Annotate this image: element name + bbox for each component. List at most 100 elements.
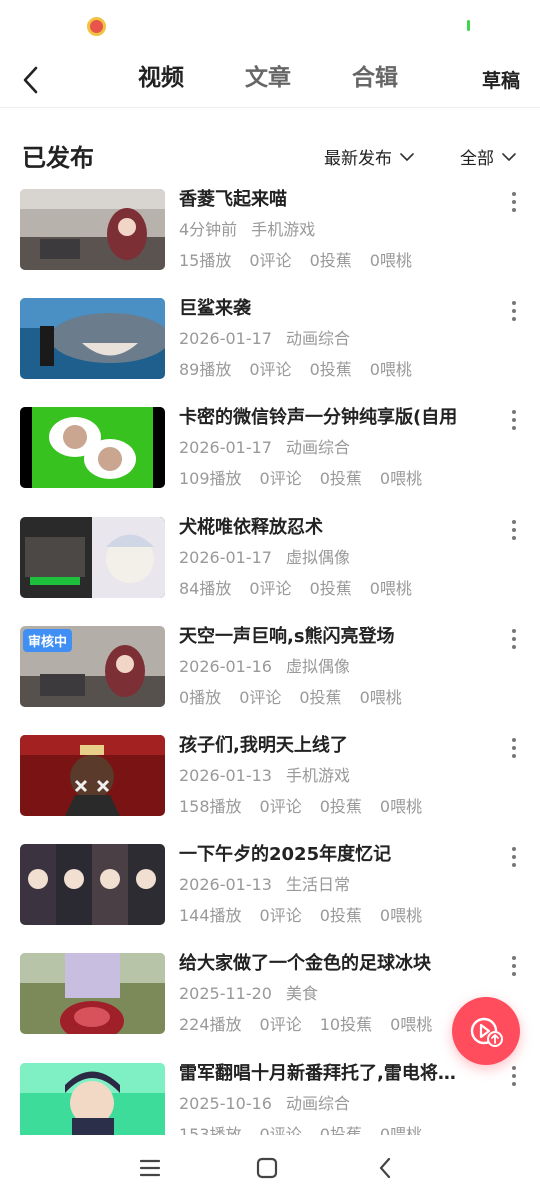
video-title[interactable]: 巨鲨来袭 [179, 296, 494, 322]
video-title[interactable]: 一下午歺的2025年度忆记 [179, 842, 494, 868]
video-stats: 89播放 0评论 0投蕉 0喂桃 [179, 359, 412, 381]
section-title: 已发布 [22, 144, 94, 172]
more-options-button[interactable] [504, 736, 524, 760]
video-stats: 224播放 0评论 10投蕉 0喂桃 [179, 1014, 432, 1036]
recent-apps-button[interactable] [135, 1153, 165, 1183]
video-list-item[interactable]: 香菱飞起来喵 4分钟前 手机游戏 15播放 0评论 0投蕉 0喂桃 [0, 187, 540, 296]
video-meta: 2026-01-17 虚拟偶像 [179, 547, 350, 569]
video-thumbnail[interactable] [20, 516, 165, 598]
video-thumbnail[interactable] [20, 1062, 165, 1135]
banana-count: 0投蕉 [319, 796, 362, 816]
more-vertical-icon [512, 410, 516, 415]
video-title[interactable]: 给大家做了一个金色的足球冰块 [179, 951, 494, 977]
filter-dropdown[interactable]: 全部 [460, 144, 516, 169]
more-options-button[interactable] [504, 299, 524, 323]
more-vertical-icon [512, 301, 516, 306]
more-options-button[interactable] [504, 408, 524, 432]
video-title[interactable]: 雷军翻唱十月新番拜托了,雷电将… [179, 1061, 494, 1087]
play-count: 153播放 [179, 1124, 242, 1136]
more-options-button[interactable] [504, 1064, 524, 1088]
video-thumbnail[interactable] [20, 407, 165, 489]
video-time: 2026-01-13 [179, 875, 272, 895]
system-back-button[interactable] [370, 1153, 400, 1183]
more-options-button[interactable] [504, 190, 524, 214]
more-options-button[interactable] [504, 518, 524, 542]
play-count: 89播放 [179, 360, 232, 380]
video-title[interactable]: 犬椛唯依释放忍术 [179, 515, 494, 541]
upload-video-icon [470, 1017, 503, 1047]
play-count: 15播放 [179, 251, 232, 270]
banana-count: 0投蕉 [319, 469, 362, 489]
comment-count: 0评论 [259, 1015, 302, 1035]
video-meta: 2026-01-17 动画综合 [179, 437, 350, 459]
video-meta: 2026-01-13 手机游戏 [179, 765, 350, 787]
sort-label: 最新发布 [324, 149, 392, 169]
tab-label: 合辑 [352, 65, 398, 91]
comment-count: 0评论 [259, 906, 302, 926]
video-list-item[interactable]: 犬椛唯依释放忍术 2026-01-17 虚拟偶像 84播放 0评论 0投蕉 0喂桃 [0, 515, 540, 624]
video-title[interactable]: 天空一声巨响,s熊闪亮登场 [179, 624, 494, 650]
video-stats: 158播放 0评论 0投蕉 0喂桃 [179, 796, 422, 818]
section-header: 已发布 最新发布 全部 [0, 130, 540, 180]
more-vertical-icon [512, 1065, 516, 1070]
video-stats: 109播放 0评论 0投蕉 0喂桃 [179, 468, 422, 490]
video-title[interactable]: 孩子们,我明天上线了 [179, 733, 494, 759]
peach-count: 0喂桃 [359, 687, 402, 707]
comment-count: 0评论 [259, 796, 302, 816]
video-category: 动画综合 [285, 329, 350, 349]
tab-collection[interactable]: 合辑 [352, 61, 398, 95]
comment-count: 0评论 [239, 687, 282, 707]
tab-article[interactable]: 文章 [245, 61, 291, 95]
video-title[interactable]: 卡密的微信铃声一分钟纯享版(自用 [179, 405, 494, 431]
play-count: 109播放 [179, 469, 242, 489]
video-category: 手机游戏 [251, 220, 316, 239]
comment-count: 0评论 [249, 360, 292, 380]
peach-count: 0喂桃 [379, 906, 423, 926]
video-meta: 2025-10-16 动画综合 [179, 1093, 350, 1115]
video-category: 动画综合 [285, 438, 350, 458]
tab-label: 文章 [245, 65, 291, 91]
video-meta: 4分钟前 手机游戏 [179, 219, 315, 241]
banana-count: 0投蕉 [309, 251, 352, 270]
chevron-left-icon [379, 1157, 391, 1179]
video-thumbnail[interactable] [20, 953, 165, 1035]
video-list-item[interactable]: 雷军翻唱十月新番拜托了,雷电将… 2025-10-16 动画综合 153播放 0评论… [0, 1061, 540, 1136]
video-thumbnail[interactable] [20, 298, 165, 380]
comment-count: 0评论 [259, 1124, 302, 1136]
tab-video[interactable]: 视频 [138, 61, 184, 95]
more-vertical-icon [512, 628, 516, 633]
video-time: 2026-01-16 [179, 656, 272, 676]
video-time: 2026-01-17 [179, 547, 272, 567]
video-thumbnail[interactable] [20, 844, 165, 926]
comment-count: 0评论 [259, 469, 302, 489]
home-button[interactable] [252, 1153, 282, 1183]
video-title[interactable]: 香菱飞起来喵 [179, 187, 494, 213]
comment-count: 0评论 [249, 251, 292, 270]
video-list-item[interactable]: 卡密的微信铃声一分钟纯享版(自用 2026-01-17 动画综合 109播放 0评论… [0, 405, 540, 514]
drafts-button[interactable]: 草稿 [482, 66, 520, 93]
menu-icon [139, 1159, 161, 1177]
video-category: 生活日常 [285, 875, 350, 895]
peach-count: 0喂桃 [379, 796, 423, 816]
video-time: 2025-10-16 [179, 1093, 272, 1113]
video-list-item[interactable]: 审核中 天空一声巨响,s熊闪亮登场 2026-01-16 虚拟偶像 0播放 0评论 0… [0, 624, 540, 733]
video-list-item[interactable]: 一下午歺的2025年度忆记 2026-01-13 生活日常 144播放 0评论 0投蕉… [0, 842, 540, 951]
video-list-item[interactable]: 孩子们,我明天上线了 2026-01-13 手机游戏 158播放 0评论 0投蕉 0喂桃 [0, 733, 540, 842]
system-navigation-bar [0, 1135, 540, 1200]
video-thumbnail[interactable] [20, 734, 165, 816]
status-indicator-icon [467, 20, 470, 31]
video-thumbnail[interactable] [20, 189, 165, 270]
video-list-item[interactable]: 巨鲨来袭 2026-01-17 动画综合 89播放 0评论 0投蕉 0喂桃 [0, 296, 540, 405]
back-button[interactable] [14, 60, 46, 100]
more-vertical-icon [512, 956, 516, 961]
upload-video-button[interactable] [452, 997, 520, 1065]
square-icon [256, 1157, 278, 1179]
video-stats: 153播放 0评论 0投蕉 0喂桃 [179, 1124, 422, 1136]
video-thumbnail[interactable]: 审核中 [20, 625, 165, 707]
sort-dropdown[interactable]: 最新发布 [324, 144, 414, 169]
banana-count: 10投蕉 [319, 1015, 373, 1035]
banana-count: 0投蕉 [309, 360, 352, 380]
more-options-button[interactable] [504, 845, 524, 869]
more-options-button[interactable] [504, 954, 524, 978]
more-options-button[interactable] [504, 627, 524, 651]
